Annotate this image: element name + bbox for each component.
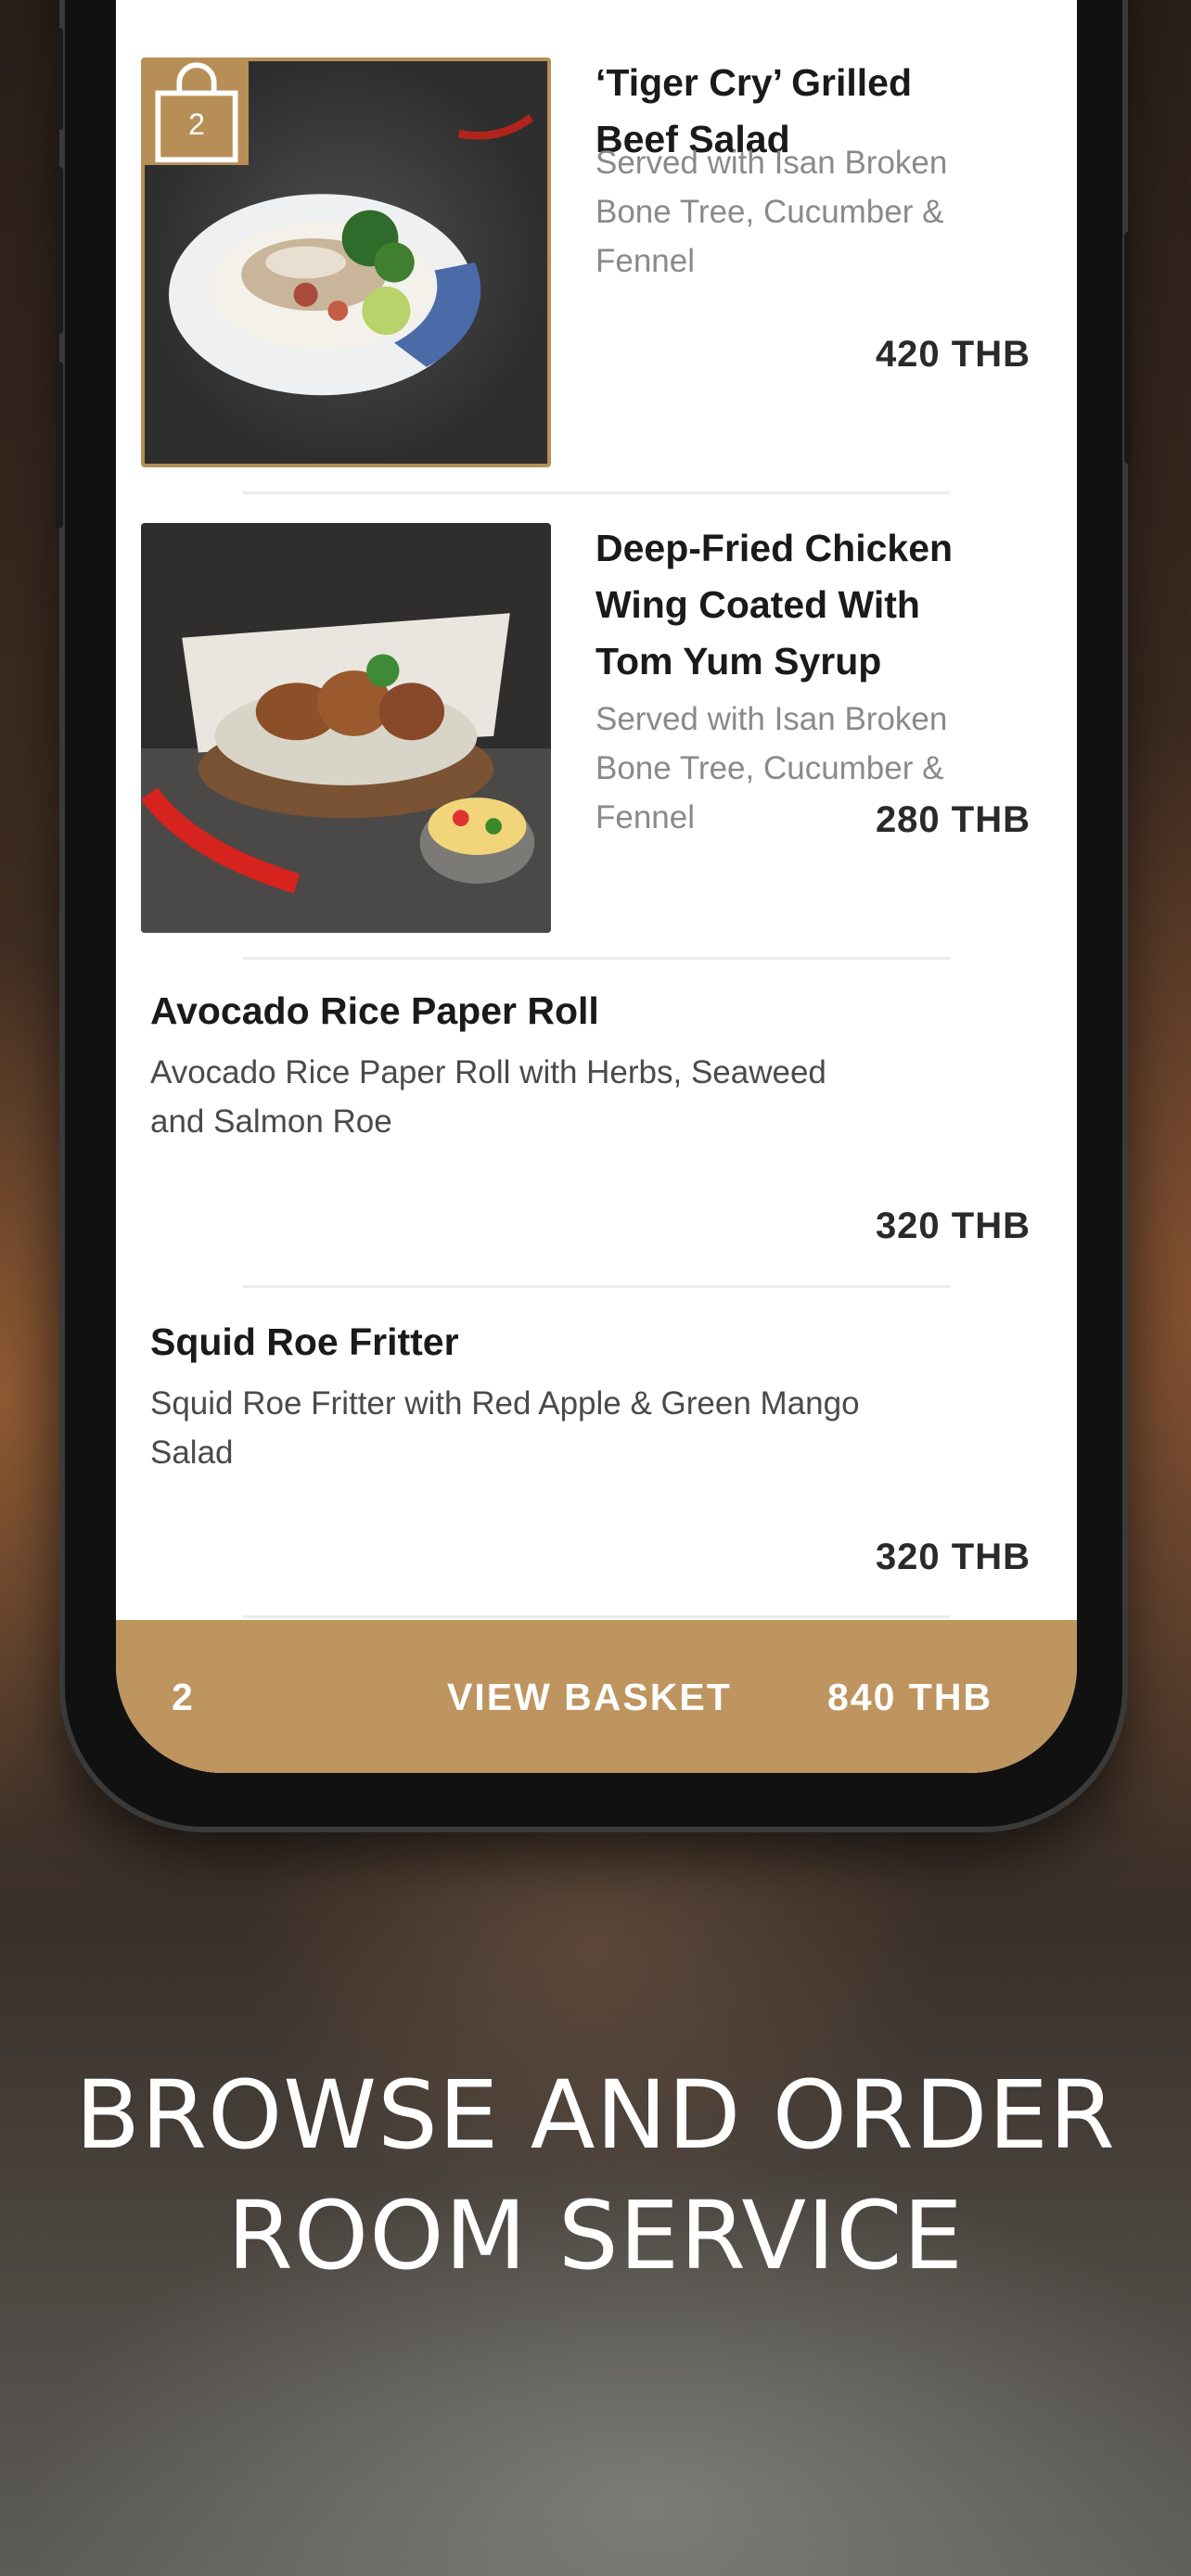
divider <box>243 1285 950 1288</box>
item-title: Deep-Fried Chicken Wing Coated With Tom … <box>596 527 954 682</box>
menu-item[interactable]: Avocado Rice Paper Roll Avocado Rice Pap… <box>116 983 1077 1280</box>
menu-item[interactable]: 2 ‘Tiger Cry’ Grilled Beef Salad Served … <box>116 57 1077 470</box>
menu-item[interactable]: Squid Roe Fritter Squid Roe Fritter with… <box>116 1314 1077 1611</box>
divider <box>243 491 950 494</box>
dish-image: 2 <box>141 57 551 467</box>
app-screen: 2 ‘Tiger Cry’ Grilled Beef Salad Served … <box>116 0 1077 1773</box>
menu-item[interactable]: Deep-Fried Chicken Wing Coated With Tom … <box>116 523 1077 936</box>
side-button <box>56 362 63 529</box>
item-description: Squid Roe Fritter with Red Apple & Green… <box>150 1385 860 1471</box>
view-basket-button[interactable]: VIEW BASKET <box>447 1676 732 1719</box>
side-button <box>1124 232 1132 464</box>
item-price: 420 THB <box>875 334 1031 375</box>
item-description: Served with Isan Broken Bone Tree, Cucum… <box>596 145 948 279</box>
view-basket-bar[interactable]: 2 VIEW BASKET 840 THB <box>116 1620 1077 1773</box>
item-title: Avocado Rice Paper Roll <box>150 989 599 1032</box>
item-price: 320 THB <box>875 1537 1031 1577</box>
item-description: Avocado Rice Paper Roll with Herbs, Seaw… <box>150 1054 826 1140</box>
item-price: 320 THB <box>875 1205 1031 1246</box>
basket-total: 840 THB <box>827 1676 993 1718</box>
promo-headline: BROWSE AND ORDER ROOM SERVICE <box>75 2060 1116 2291</box>
divider <box>243 1615 950 1618</box>
divider <box>243 957 950 960</box>
dish-image <box>141 523 551 933</box>
phone-frame: 2 ‘Tiger Cry’ Grilled Beef Salad Served … <box>56 0 1132 1827</box>
side-button <box>56 167 63 334</box>
basket-count: 2 <box>172 1676 195 1718</box>
cart-quantity: 2 <box>188 108 205 141</box>
item-price: 280 THB <box>875 799 1031 840</box>
side-button <box>56 28 63 130</box>
cart-quantity-badge: 2 <box>145 61 249 165</box>
item-title: Squid Roe Fritter <box>150 1320 459 1363</box>
